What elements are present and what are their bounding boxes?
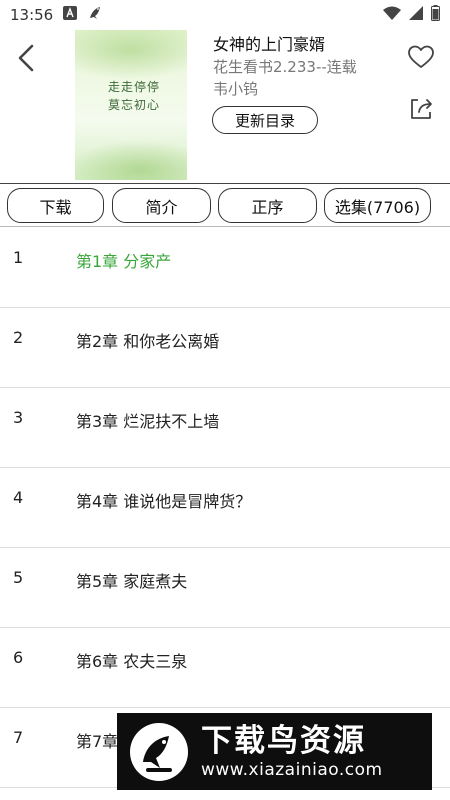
chapter-list: 1 第1章 分家产 2 第2章 和你老公离婚 3 第3章 烂泥扶不上墙 4 第4… — [0, 228, 450, 788]
watermark-url: www.xiazainiao.com — [201, 759, 383, 780]
chapter-row[interactable]: 1 第1章 分家产 — [0, 228, 450, 308]
status-left: 13:56 — [10, 5, 103, 25]
chapter-number: 7 — [13, 728, 24, 747]
status-right — [383, 5, 440, 25]
chapter-row[interactable]: 4 第4章 谁说他是冒牌货？ — [0, 468, 450, 548]
bird-notification-icon — [87, 5, 103, 25]
favorite-button[interactable] — [407, 44, 435, 70]
select-episodes-button[interactable]: 选集(7706) — [324, 188, 431, 223]
status-bar: 13:56 — [0, 0, 450, 30]
chapter-number: 6 — [13, 648, 24, 667]
chapter-row[interactable]: 5 第5章 家庭煮夫 — [0, 548, 450, 628]
notification-a-icon — [63, 6, 78, 24]
book-source: 花生看书2.233--连载 — [213, 58, 357, 76]
signal-icon — [409, 6, 423, 24]
book-author: 韦小钨 — [213, 80, 259, 98]
chapter-title: 第4章 谁说他是冒牌货？ — [76, 492, 252, 511]
back-button[interactable] — [10, 40, 42, 76]
cover-title: 走走停停 莫忘初心 — [89, 78, 179, 114]
chapter-number: 3 — [13, 408, 24, 427]
book-title: 女神的上门豪婿 — [213, 35, 326, 54]
wifi-icon — [383, 6, 401, 24]
chapter-title: 第2章 和你老公离婚 — [76, 332, 220, 351]
chapter-title: 第5章 家庭煮夫 — [76, 572, 188, 591]
share-icon — [411, 99, 432, 119]
chevron-left-icon — [18, 44, 34, 72]
cover-line-2: 莫忘初心 — [107, 98, 160, 112]
heart-icon — [408, 45, 434, 68]
chapter-title: 第7章 — [76, 732, 119, 751]
chapter-number: 5 — [13, 568, 24, 587]
chapter-number: 1 — [13, 248, 24, 267]
watermark-text: 下载鸟资源 www.xiazainiao.com — [201, 723, 383, 781]
bird-logo-icon — [130, 722, 188, 781]
battery-icon — [431, 5, 440, 25]
chapter-toolbar: 下载 简介 正序 选集(7706) — [0, 183, 450, 227]
update-catalog-button[interactable]: 更新目录 — [212, 106, 318, 134]
sort-order-button[interactable]: 正序 — [218, 188, 317, 223]
book-cover[interactable]: 走走停停 莫忘初心 — [75, 30, 187, 180]
chapter-title: 第3章 烂泥扶不上墙 — [76, 412, 220, 431]
watermark-name: 下载鸟资源 — [201, 722, 366, 759]
download-button[interactable]: 下载 — [7, 188, 104, 223]
chapter-row[interactable]: 2 第2章 和你老公离婚 — [0, 308, 450, 388]
chapter-title: 第1章 分家产 — [76, 252, 172, 271]
status-time: 13:56 — [10, 6, 54, 24]
chapter-number: 4 — [13, 488, 24, 507]
cover-line-1: 走走停停 — [107, 80, 160, 94]
chapter-row[interactable]: 3 第3章 烂泥扶不上墙 — [0, 388, 450, 468]
watermark-banner: 下载鸟资源 www.xiazainiao.com — [117, 713, 432, 790]
share-button[interactable] — [409, 97, 435, 121]
chapter-title: 第6章 农夫三泉 — [76, 652, 188, 671]
chapter-row[interactable]: 6 第6章 农夫三泉 — [0, 628, 450, 708]
intro-button[interactable]: 简介 — [112, 188, 211, 223]
chapter-number: 2 — [13, 328, 24, 347]
